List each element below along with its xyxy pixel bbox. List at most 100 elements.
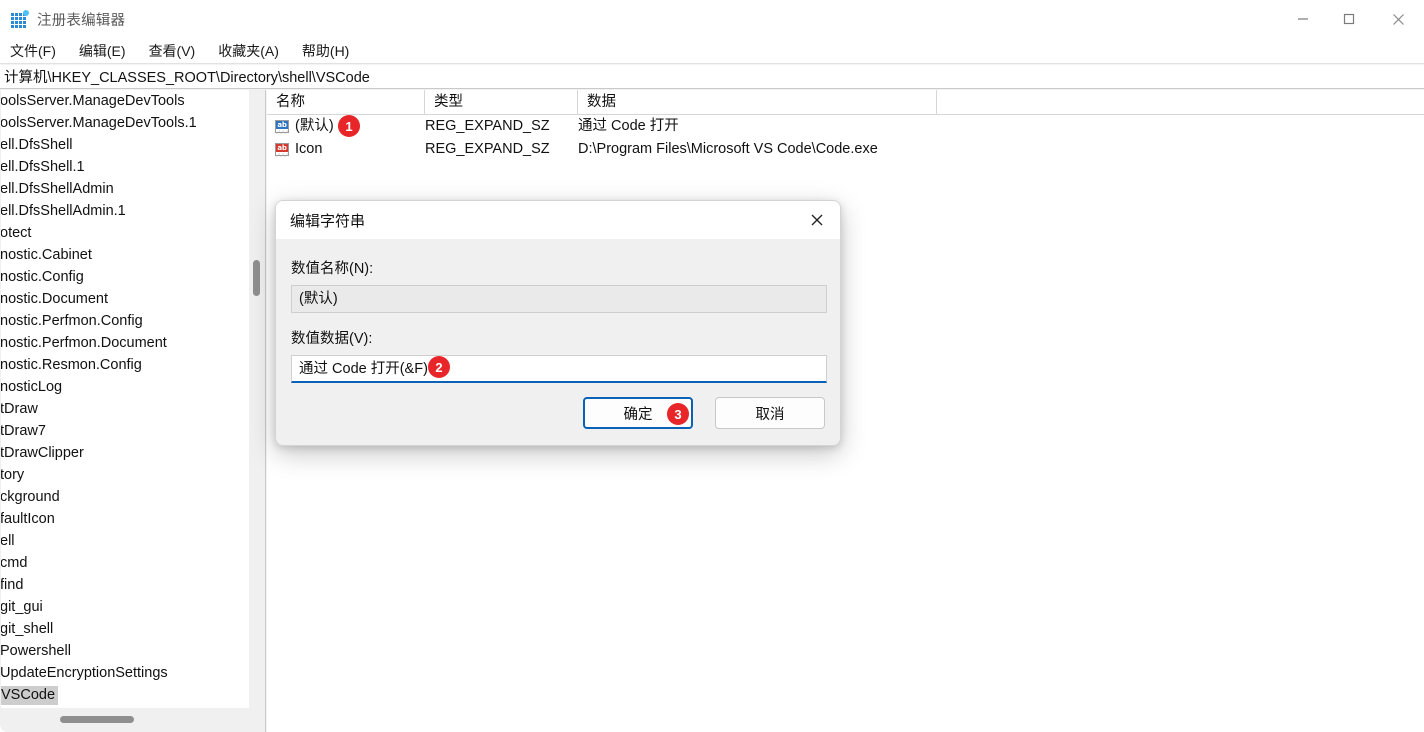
cell-data: D:\Program Files\Microsoft VS Code\Code.… [578,141,878,157]
maximize-icon[interactable] [1326,0,1372,38]
list-header: 名称 类型 数据 [267,90,1424,115]
address-bar[interactable]: 计算机\HKEY_CLASSES_ROOT\Directory\shell\VS… [0,65,1424,89]
tree-item-label: git_gui [1,599,43,615]
dialog-buttons: 确定 取消 [583,397,825,429]
menu-item-help[interactable]: 帮助(H) [302,39,360,63]
list-rows: ab (默认) REG_EXPAND_SZ 通过 Code 打开 ab Icon REG_E… [267,115,1424,161]
menu-item-view[interactable]: 查看(V) [149,39,207,63]
tree-item[interactable]: ell.DfsShell.1 [1,156,249,178]
edit-string-dialog: 编辑字符串 数值名称(N): (默认) 数值数据(V): 通过 Code 打开(… [275,200,841,446]
tree-item[interactable]: ell.DfsShellAdmin.1 [1,200,249,222]
tree-item[interactable]: ckground [1,486,249,508]
tree-item[interactable]: nosticLog [1,376,249,398]
tree-item-label: ckground [1,489,60,505]
tree-item-label: oolsServer.ManageDevTools.1 [1,115,197,131]
title-bar: 注册表编辑器 [0,0,1424,38]
column-header-type[interactable]: 类型 [425,90,578,115]
tree-item[interactable]: faultIcon [1,508,249,530]
tree-item[interactable]: find [1,574,249,596]
cell-name-text: (默认) [295,118,334,134]
tree-item[interactable]: tDraw [1,398,249,420]
tree-item-label: ell.DfsShell [1,137,73,153]
tree-item-label: git_shell [1,621,54,637]
tree-item-label: UpdateEncryptionSettings [1,665,168,681]
tree-item-label: tDraw7 [1,423,46,439]
title-bar-left: 注册表编辑器 [0,9,125,30]
value-data-input[interactable]: 通过 Code 打开(&F) [291,355,827,383]
close-icon[interactable] [1372,0,1424,38]
tree-vertical-scroll-thumb[interactable] [253,260,260,296]
tree-item-label: tDrawClipper [1,445,84,461]
tree-item[interactable]: Powershell [1,640,249,662]
tree-horizontal-scroll-thumb[interactable] [60,716,134,723]
tree-horizontal-scrollbar[interactable] [1,708,265,732]
tree-item-label: nostic.Config [1,269,84,285]
menu-item-file[interactable]: 文件(F) [10,39,67,63]
window-title: 注册表编辑器 [37,12,126,29]
tree-item[interactable]: git_shell [1,618,249,640]
cancel-button[interactable]: 取消 [715,397,825,429]
tree-item-label: Powershell [1,643,71,659]
tree-item[interactable]: nostic.Perfmon.Config [1,310,249,332]
tree-item-selected[interactable]: VSCode [1,684,249,706]
tree-item[interactable]: git_gui [1,596,249,618]
column-header-filler [937,90,1424,115]
tree-item[interactable]: ell.DfsShellAdmin [1,178,249,200]
tree-item-label: tDraw [1,401,38,417]
close-icon[interactable] [794,201,840,239]
tree-item[interactable]: oolsServer.ManageDevTools.1 [1,112,249,134]
menu-bar: 文件(F) 编辑(E) 查看(V) 收藏夹(A) 帮助(H) [0,38,1424,64]
table-row[interactable]: ab (默认) REG_EXPAND_SZ 通过 Code 打开 [267,115,1424,138]
tree-item[interactable]: otect [1,222,249,244]
tree-item[interactable]: UpdateEncryptionSettings [1,662,249,684]
column-header-name[interactable]: 名称 [267,90,425,115]
menu-item-edit[interactable]: 编辑(E) [79,39,137,63]
annotation-badge-2: 2 [428,356,450,378]
tree-item[interactable]: ell [1,530,249,552]
dialog-title-bar: 编辑字符串 [276,201,840,239]
tree-item[interactable]: tDrawClipper [1,442,249,464]
cell-type: REG_EXPAND_SZ [425,118,550,134]
tree-item[interactable]: tDraw7 [1,420,249,442]
tree-item[interactable]: nostic.Cabinet [1,244,249,266]
tree-item-label: oolsServer.ManageDevTools [1,93,185,109]
dialog-body: 数值名称(N): (默认) 数值数据(V): 通过 Code 打开(&F) [276,239,840,383]
column-header-data[interactable]: 数据 [578,90,937,115]
registry-tree-list[interactable]: oolsServer.ManageDevTools oolsServer.Mana… [1,90,249,708]
registry-editor-icon [11,9,29,28]
tree-item-label: nostic.Cabinet [1,247,92,263]
annotation-badge-1: 1 [338,115,360,137]
string-value-icon: ab [275,142,290,157]
table-row[interactable]: ab Icon REG_EXPAND_SZ D:\Program Files\Micr… [267,138,1424,161]
string-value-icon: ab [275,119,290,134]
tree-vertical-scrollbar[interactable] [249,90,265,708]
window-controls [1280,0,1424,38]
tree-item[interactable]: nostic.Document [1,288,249,310]
value-data-label: 数值数据(V): [291,331,373,347]
cell-type: REG_EXPAND_SZ [425,141,550,157]
tree-item[interactable]: nostic.Config [1,266,249,288]
registry-tree-panel: oolsServer.ManageDevTools oolsServer.Mana… [0,90,266,732]
cell-name: ab Icon [275,138,322,161]
value-name-input[interactable]: (默认) [291,285,827,313]
cell-name-text: Icon [295,141,323,157]
tree-item-label: ell.DfsShellAdmin.1 [1,203,126,219]
tree-item[interactable]: oolsServer.ManageDevTools [1,90,249,112]
tree-item[interactable]: cmd [1,552,249,574]
tree-item-label: faultIcon [1,511,55,527]
minimize-icon[interactable] [1280,0,1326,38]
menu-item-favorites[interactable]: 收藏夹(A) [218,39,290,63]
tree-item-label: find [1,577,24,593]
tree-item[interactable]: nostic.Perfmon.Document [1,332,249,354]
tree-item-label: VSCode [1,686,59,705]
registry-editor-window: 注册表编辑器 文件(F) 编辑(E) 查看(V) 收藏夹(A) 帮助(H) 计算… [0,0,1424,732]
tree-item[interactable]: ell.DfsShell [1,134,249,156]
annotation-badge-3: 3 [667,403,689,425]
tree-item-label: ell [1,533,15,549]
tree-item-label: ell.DfsShell.1 [1,159,85,175]
tree-item[interactable]: tory [1,464,249,486]
tree-item[interactable]: nostic.Resmon.Config [1,354,249,376]
tree-item-label: nosticLog [1,379,63,395]
tree-item-label: otect [1,225,32,241]
